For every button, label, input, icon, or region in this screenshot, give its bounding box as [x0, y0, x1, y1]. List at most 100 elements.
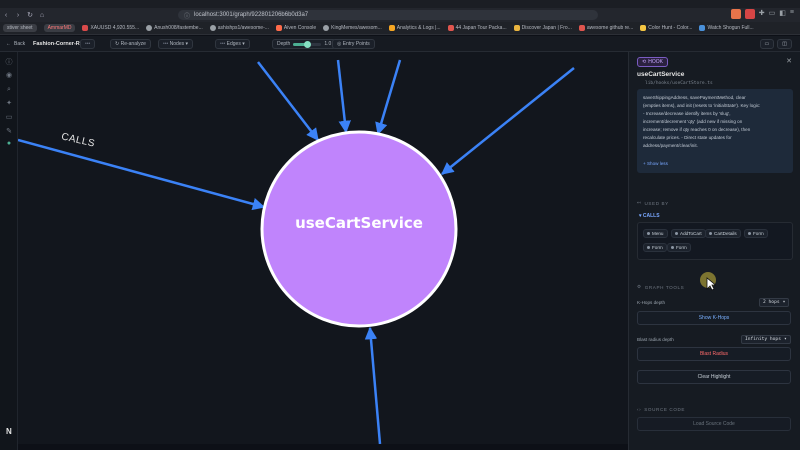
next-logo-icon: N: [6, 427, 12, 436]
status-pill: •••: [80, 39, 96, 49]
chevron-down-icon: ▾: [185, 41, 188, 47]
browser-back-icon[interactable]: ‹: [0, 12, 12, 19]
bookmark-color-hunt[interactable]: Color Hunt - Color...: [640, 25, 692, 31]
arrow-left-icon: ←: [6, 41, 11, 47]
back-button[interactable]: ← Back: [6, 39, 25, 49]
wallet-icon[interactable]: ◧: [779, 9, 786, 19]
blast-radius-select[interactable]: Infinity hops ▾: [741, 335, 791, 344]
chevron-down-icon: ▾: [782, 300, 786, 305]
depth-control: Depth 1.0: [272, 39, 337, 49]
menu-icon[interactable]: ≡: [790, 9, 794, 19]
used-by-header: ↤ USED BY: [637, 200, 669, 206]
entry-points-button[interactable]: ◎ Entry Points: [332, 39, 375, 49]
puzzle-icon[interactable]: ✚: [759, 9, 765, 19]
node-file-path: lib/hooks/useCartStore.ts: [645, 81, 713, 86]
database-icon[interactable]: ◉: [5, 72, 13, 80]
blast-radius-label: Blast radius depth: [637, 337, 674, 342]
entry-points-pill: ◎ Entry Points: [332, 39, 375, 49]
caller-chip[interactable]: AddToCart: [671, 229, 706, 238]
caller-chip[interactable]: Menu: [643, 229, 668, 238]
khops-select[interactable]: 2 hops ▾: [759, 298, 790, 307]
brave-shield-icon[interactable]: [730, 9, 741, 19]
info-icon[interactable]: ⓘ: [5, 59, 13, 67]
github-icon: [323, 25, 330, 31]
graph-edge[interactable]: [441, 67, 575, 175]
layout-controls: ▭ ◫: [759, 39, 792, 49]
summary-line: increase; remove if qty reaches 0 on dec…: [643, 127, 751, 132]
graph-edge[interactable]: [18, 138, 266, 211]
show-less-link[interactable]: + Show less: [643, 161, 668, 166]
caller-chip[interactable]: Form: [667, 243, 691, 252]
summary-line: saveShippingAddress, savePaymentMethod, …: [643, 95, 746, 100]
mouse-pointer-icon: [706, 277, 716, 291]
bookmark-ammarmd[interactable]: AmmarMD: [43, 24, 76, 32]
graph-canvas[interactable]: useCartService CALLS: [18, 52, 628, 444]
calls-toggle[interactable]: ▾ CALLS: [639, 213, 660, 219]
browser-forward-icon[interactable]: ›: [12, 12, 24, 19]
bookmark-aiven[interactable]: Aiven Console: [275, 25, 316, 31]
depth-slider-knob[interactable]: [303, 40, 311, 48]
extension-icon[interactable]: [744, 9, 755, 19]
github-icon: [209, 25, 216, 31]
blast-radius-button[interactable]: Blast Radius: [637, 347, 791, 361]
left-sidebar: ⓘ ◉ ⌕ ✦ ▭ ✎ ● N: [0, 52, 18, 450]
browser-tab-strip: [0, 0, 800, 8]
clear-highlight-button[interactable]: Clear Highlight: [637, 370, 791, 384]
arrow-left-icon: ↤: [637, 200, 642, 205]
summary-line: (empties items), and init (resets to 'in…: [643, 103, 761, 108]
bookmark-kingmemes[interactable]: KingMemes/awesom...: [323, 25, 382, 31]
bookmark-shogun[interactable]: Watch Shogun Full...: [699, 25, 754, 31]
chat-icon[interactable]: ●: [5, 140, 13, 148]
cloud-icon: [388, 25, 395, 31]
bookmark-stiver-sheet[interactable]: stiver sheet: [3, 24, 37, 32]
reanalyze-button[interactable]: ↻ Re-analyze: [110, 39, 151, 49]
calls-list: Menu AddToCart CartDetails Form Form For…: [637, 222, 793, 260]
tool-icon[interactable]: ✎: [5, 128, 13, 136]
url-field[interactable]: ⓘ localhost:3001/graph/922801206b6b0d3a7: [178, 10, 598, 20]
graph-edge[interactable]: [375, 59, 402, 136]
sparkle-icon[interactable]: ✦: [5, 100, 13, 108]
caller-chip[interactable]: Form: [643, 243, 667, 252]
dots-icon: •••: [220, 41, 227, 47]
graph-edge[interactable]: [257, 61, 319, 141]
graph-edge[interactable]: [336, 59, 351, 134]
depth-slider[interactable]: [293, 40, 322, 48]
show-khops-button[interactable]: Show K-Hops: [637, 311, 791, 325]
info-icon: ⓘ: [184, 13, 191, 20]
sidebar-toggle-icon[interactable]: ▭: [759, 39, 775, 49]
edges-toggle[interactable]: ••• Edges ▾: [215, 39, 250, 49]
bookmark-discover-japan[interactable]: Discover Japan | Fro...: [513, 25, 572, 31]
code-icon: ‹›: [637, 407, 642, 412]
graph-tools-header: ⚙ GRAPH TOOLS: [637, 284, 685, 290]
bookmark-awesome-github[interactable]: awesome github re...: [578, 25, 633, 31]
github-icon: [146, 25, 153, 31]
bookmark-japan-tour[interactable]: 44 Japan Tour Packa...: [447, 25, 507, 31]
bullet-icon: [675, 232, 678, 235]
caller-chip[interactable]: Form: [744, 229, 768, 238]
browser-extensions: ✚ ▭ ◧ ≡: [730, 9, 794, 19]
bookmark-favicon: [699, 25, 706, 31]
node-title: useCartService: [637, 71, 685, 78]
browser-reload-icon[interactable]: ↻: [24, 11, 36, 19]
bullet-icon: [709, 232, 712, 235]
bookmark-fastembed[interactable]: Anush008/fastembe...: [146, 25, 203, 31]
browser-address-bar: ‹ › ↻ ⌂ ⓘ localhost:3001/graph/922801206…: [0, 8, 800, 22]
source-code-header: ‹› SOURCE CODE: [637, 407, 686, 412]
bookmark-awesome[interactable]: ashishps1/awesome-...: [209, 25, 269, 31]
bookmark-xauusd[interactable]: XAUUSD 4,920.555...: [82, 25, 139, 31]
graph-edge[interactable]: [364, 326, 382, 444]
browser-home-icon[interactable]: ⌂: [36, 12, 48, 19]
close-icon[interactable]: ✕: [786, 57, 792, 65]
sidebar-toggle-icon[interactable]: ▭: [769, 9, 776, 19]
split-view-icon[interactable]: ◫: [777, 39, 792, 49]
folder-icon[interactable]: ▭: [5, 114, 13, 122]
summary-line: recalculate prices. - Direct state updat…: [643, 135, 732, 140]
caller-chip[interactable]: CartDetails: [705, 229, 741, 238]
load-source-code-button[interactable]: Load Source Code: [637, 417, 791, 431]
edges-pill: ••• Edges ▾: [215, 39, 250, 49]
nodes-toggle[interactable]: ••• Nodes ▾: [158, 39, 193, 49]
bookmark-analytics[interactable]: Analytics & Logs |...: [388, 25, 441, 31]
search-icon[interactable]: ⌕: [5, 86, 13, 94]
graph-svg[interactable]: [18, 52, 628, 444]
bullet-icon: [671, 246, 674, 249]
